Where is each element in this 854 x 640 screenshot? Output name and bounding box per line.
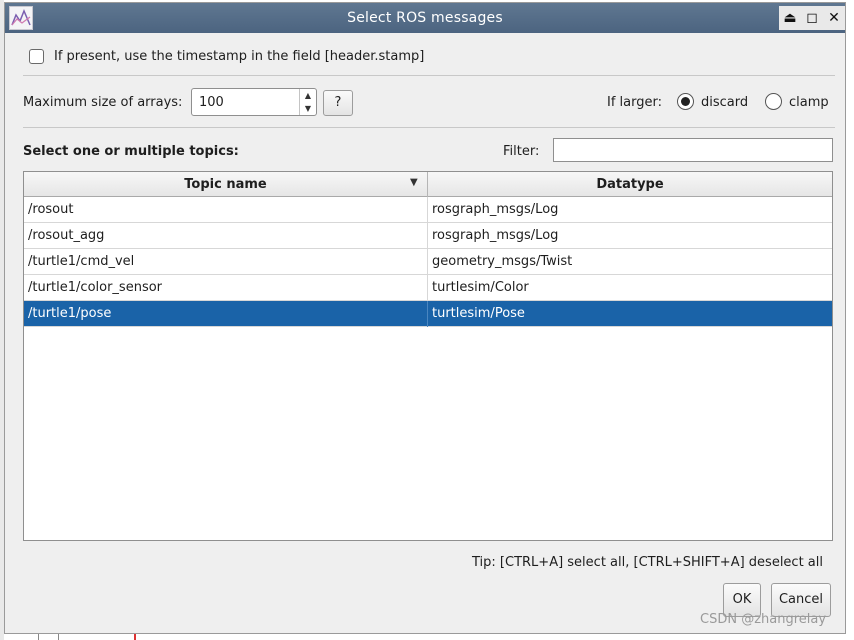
- table-row[interactable]: /turtle1/color_sensor turtlesim/Color: [24, 275, 832, 301]
- timestamp-label[interactable]: If present, use the timestamp in the fie…: [54, 49, 424, 64]
- filter-label: Filter:: [503, 144, 540, 159]
- close-icon[interactable]: ✕: [825, 6, 843, 30]
- table-header: Topic name ▼ Datatype: [24, 172, 832, 197]
- title-bar[interactable]: Select ROS messages ⏏ ◻ ✕: [5, 3, 845, 33]
- if-larger-label: If larger:: [607, 95, 662, 110]
- select-ros-messages-dialog: Select ROS messages ⏏ ◻ ✕ If present, us…: [4, 2, 846, 634]
- clamp-label[interactable]: clamp: [789, 95, 829, 110]
- datatype-cell[interactable]: geometry_msgs/Twist: [432, 254, 572, 269]
- table-row[interactable]: /turtle1/cmd_vel geometry_msgs/Twist: [24, 249, 832, 275]
- array-size-label: Maximum size of arrays:: [23, 95, 183, 110]
- timestamp-checkbox[interactable]: [29, 48, 44, 64]
- datatype-cell[interactable]: turtlesim/Color: [432, 280, 529, 295]
- discard-label[interactable]: discard: [701, 95, 748, 110]
- column-header-topic-name[interactable]: Topic name: [24, 177, 427, 192]
- topics-table[interactable]: Topic name ▼ Datatype /rosout rosgraph_m…: [23, 171, 833, 541]
- spin-up-icon[interactable]: ▲: [300, 89, 316, 102]
- datatype-cell[interactable]: turtlesim/Pose: [432, 306, 525, 321]
- table-row[interactable]: /rosout rosgraph_msgs/Log: [24, 197, 832, 223]
- array-size-value[interactable]: 100: [199, 95, 224, 110]
- help-button[interactable]: ?: [323, 90, 353, 116]
- datatype-cell[interactable]: rosgraph_msgs/Log: [432, 228, 558, 243]
- window-controls: ⏏ ◻ ✕: [779, 6, 845, 30]
- shortcut-tip: Tip: [CTRL+A] select all, [CTRL+SHIFT+A]…: [472, 555, 823, 570]
- divider: [23, 127, 835, 128]
- divider: [23, 75, 835, 76]
- array-size-spinbox[interactable]: 100 ▲ ▼: [191, 88, 317, 116]
- table-row-selected[interactable]: /turtle1/pose turtlesim/Pose: [24, 301, 832, 327]
- watermark: CSDN @zhangrelay: [700, 612, 827, 627]
- topic-cell[interactable]: /turtle1/pose: [28, 306, 111, 321]
- sort-down-icon[interactable]: ▼: [410, 177, 418, 188]
- table-row[interactable]: /rosout_agg rosgraph_msgs/Log: [24, 223, 832, 249]
- maximize-icon[interactable]: ◻: [803, 6, 821, 30]
- column-header-datatype[interactable]: Datatype: [428, 177, 832, 192]
- topic-cell[interactable]: /rosout: [28, 202, 73, 217]
- shade-icon[interactable]: ⏏: [781, 6, 799, 30]
- window-title: Select ROS messages: [347, 10, 503, 26]
- topic-cell[interactable]: /turtle1/cmd_vel: [28, 254, 134, 269]
- topics-label: Select one or multiple topics:: [23, 144, 239, 159]
- filter-input[interactable]: [553, 138, 833, 162]
- datatype-cell[interactable]: rosgraph_msgs/Log: [432, 202, 558, 217]
- topic-cell[interactable]: /rosout_agg: [28, 228, 104, 243]
- topic-cell[interactable]: /turtle1/color_sensor: [28, 280, 162, 295]
- timestamp-option[interactable]: If present, use the timestamp in the fie…: [29, 46, 424, 66]
- discard-radio[interactable]: [677, 93, 694, 110]
- clamp-radio[interactable]: [765, 93, 782, 110]
- spin-down-icon[interactable]: ▼: [300, 102, 316, 115]
